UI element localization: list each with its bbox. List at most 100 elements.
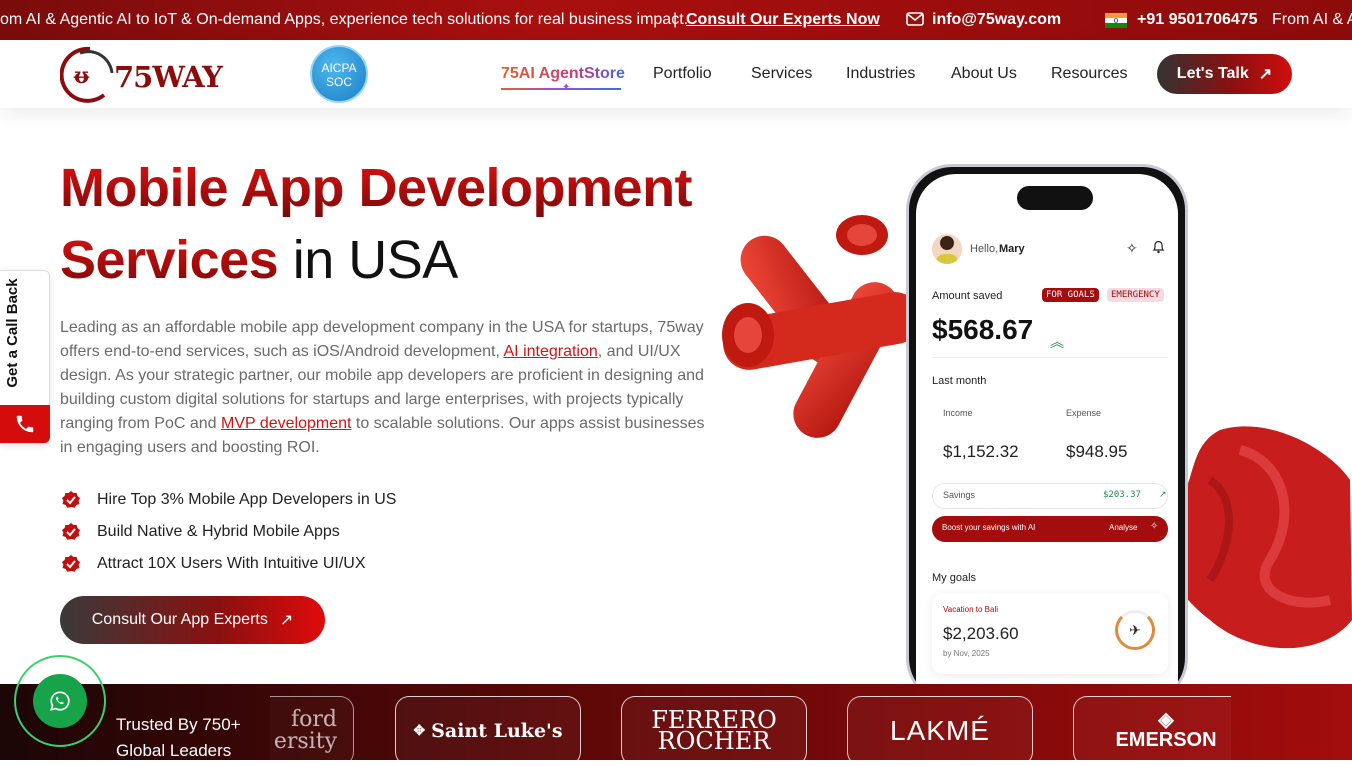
goal-date: by Nov, 2025 bbox=[943, 649, 990, 658]
bullet-text: Hire Top 3% Mobile App Developers in US bbox=[97, 491, 397, 508]
analyse-label: Analyse bbox=[1109, 523, 1138, 532]
sparkle-icon: ✦ bbox=[562, 82, 571, 93]
list-item: Hire Top 3% Mobile App Developers in US bbox=[60, 484, 396, 516]
nav-about-us[interactable]: About Us bbox=[951, 65, 1017, 83]
arrow-up-right-icon: ↗ bbox=[1258, 66, 1273, 83]
goal-card[interactable]: Vacation to Bali $2,203.60 by Nov, 2025 … bbox=[932, 594, 1168, 674]
nav-resources[interactable]: Resources bbox=[1051, 65, 1127, 83]
nav-services[interactable]: Services bbox=[751, 65, 812, 83]
badge-line-2: SOC bbox=[325, 75, 352, 89]
call-back-label: Get a Call Back bbox=[4, 278, 21, 388]
bell-icon[interactable] bbox=[1152, 240, 1165, 257]
bullet-text: Attract 10X Users With Intuitive UI/UX bbox=[97, 555, 366, 572]
list-item: Attract 10X Users With Intuitive UI/UX bbox=[60, 548, 396, 580]
savings-label: Savings bbox=[943, 490, 976, 500]
phone-link[interactable]: +91 9501706475 bbox=[1137, 11, 1258, 29]
red-jack-shape-icon bbox=[722, 215, 921, 438]
goal-amount: $2,203.60 bbox=[943, 624, 1019, 643]
india-flag-icon bbox=[1105, 13, 1127, 33]
title-line-1: Mobile App Development bbox=[60, 158, 693, 218]
double-chevron-up-icon: ︽ bbox=[1050, 334, 1064, 350]
check-badge-icon bbox=[62, 491, 80, 508]
mvp-development-link[interactable]: MVP development bbox=[221, 415, 351, 432]
emerson-mark-icon: ◈ bbox=[1158, 708, 1174, 731]
client-logo-saint-lukes: ✥ Saint Luke's bbox=[395, 696, 581, 766]
marquee-text: om AI & Agentic AI to IoT & On-demand Ap… bbox=[0, 11, 689, 28]
expense-label: Expense bbox=[1066, 408, 1102, 418]
amount-saved-label: Amount saved bbox=[932, 290, 1003, 302]
whatsapp-button[interactable] bbox=[14, 655, 106, 747]
hero-bullet-list: Hire Top 3% Mobile App Developers in US … bbox=[60, 484, 396, 580]
marquee-repeat-text: From AI & A bbox=[1272, 11, 1352, 28]
check-badge-icon bbox=[62, 555, 80, 572]
svg-text:ᵿ: ᵿ bbox=[73, 63, 90, 89]
client-logo-ferrero: FERRERO ROCHER bbox=[621, 696, 807, 766]
call-back-tab[interactable]: Get a Call Back bbox=[0, 270, 50, 444]
phone-mockup: Hello, Mary ✧ Amount saved FOR GOALS EME… bbox=[906, 164, 1188, 714]
arrow-up-right-icon: ↗ bbox=[279, 612, 294, 629]
user-name: Mary bbox=[999, 243, 1025, 255]
title-in-usa: in USA bbox=[278, 230, 459, 290]
top-announcement-bar: om AI & Agentic AI to IoT & On-demand Ap… bbox=[0, 0, 1352, 40]
client-logo-text: Saint Luke's bbox=[431, 720, 563, 742]
trusted-by-label: Trusted By 750+ Global Leaders bbox=[116, 712, 241, 764]
badge-line-1: AICPA bbox=[321, 61, 357, 75]
list-item: Build Native & Hybrid Mobile Apps bbox=[60, 516, 396, 548]
client-logo-text: EMERSON bbox=[1115, 728, 1217, 751]
logo-card-clip: ford ersity bbox=[270, 684, 360, 760]
expense-value: $948.95 bbox=[1066, 442, 1128, 461]
client-logo-emerson: ◈ EMERSON bbox=[1073, 696, 1231, 760]
consult-app-experts-button[interactable]: Consult Our App Experts ↗ bbox=[60, 596, 325, 644]
whatsapp-icon bbox=[50, 691, 70, 711]
consult-button-label: Consult Our App Experts bbox=[91, 611, 268, 628]
email-link[interactable]: info@75way.com bbox=[932, 11, 1061, 29]
phone-icon bbox=[0, 405, 50, 443]
hero-intro-paragraph: Leading as an affordable mobile app deve… bbox=[60, 316, 710, 460]
check-badge-icon bbox=[62, 523, 80, 540]
aicpa-soc-badge: AICPA SOC bbox=[310, 45, 368, 103]
lets-talk-label: Let's Talk bbox=[1176, 65, 1249, 82]
phone-screen: Hello, Mary ✧ Amount saved FOR GOALS EME… bbox=[916, 174, 1178, 714]
period-label: Last month bbox=[932, 375, 987, 387]
consult-experts-link[interactable]: Consult Our Experts Now bbox=[686, 11, 880, 29]
greeting-text: Hello, bbox=[970, 243, 999, 255]
title-services: Services bbox=[60, 230, 279, 290]
dynamic-island bbox=[1017, 186, 1093, 210]
nav-industries[interactable]: Industries bbox=[846, 65, 915, 83]
emergency-tag[interactable]: EMERGENCY bbox=[1107, 288, 1164, 302]
page-title: Mobile App Development Services in USA bbox=[60, 152, 760, 296]
boost-text: Boost your savings with AI bbox=[942, 523, 1036, 532]
logo-text: 75WAY bbox=[114, 60, 223, 94]
logo-mark-icon: ᵿ bbox=[60, 46, 114, 103]
trend-up-icon: ↗ bbox=[1159, 489, 1167, 499]
agentstore-underline bbox=[501, 88, 621, 90]
trusted-line-1: Trusted By 750+ bbox=[116, 715, 241, 734]
savings-value: $203.37 bbox=[1103, 490, 1141, 500]
nav-portfolio[interactable]: Portfolio bbox=[653, 65, 712, 83]
client-logo-stanford: ford ersity bbox=[270, 696, 354, 760]
goal-name: Vacation to Bali bbox=[943, 605, 998, 614]
logo-card-clip: ◈ EMERSON bbox=[1073, 684, 1231, 760]
brand-logo[interactable]: ᵿ 75WAY bbox=[60, 45, 230, 103]
airplane-icon: ✈ bbox=[1115, 610, 1155, 650]
avatar bbox=[932, 234, 962, 264]
cross-icon: ✥ bbox=[413, 723, 426, 739]
savings-row: Savings $203.37 ↗ bbox=[932, 483, 1168, 509]
client-logo-lakme: LAKMÉ bbox=[847, 696, 1033, 766]
nav-agentstore[interactable]: 75AI AgentStore bbox=[501, 65, 625, 83]
for-goals-tag[interactable]: FOR GOALS bbox=[1042, 288, 1099, 302]
bullet-text: Build Native & Hybrid Mobile Apps bbox=[97, 523, 340, 540]
income-value: $1,152.32 bbox=[943, 442, 1019, 461]
trusted-line-2: Global Leaders bbox=[116, 741, 232, 760]
sparkle-icon[interactable]: ✧ bbox=[1126, 240, 1138, 257]
mail-icon bbox=[906, 12, 924, 31]
site-header: ᵿ 75WAY AICPA SOC 75AI AgentStore Portfo… bbox=[0, 40, 1352, 108]
sparkle-icon: ✧ bbox=[1150, 521, 1159, 532]
lets-talk-button[interactable]: Let's Talk ↗ bbox=[1157, 54, 1292, 94]
my-goals-title: My goals bbox=[932, 572, 977, 584]
ai-integration-link[interactable]: AI integration bbox=[504, 343, 598, 360]
amount-value: $568.67 bbox=[932, 314, 1034, 345]
boost-savings-button[interactable]: Boost your savings with AI Analyse ✧ bbox=[932, 516, 1168, 542]
income-label: Income bbox=[943, 408, 973, 418]
separator: | bbox=[673, 11, 678, 28]
